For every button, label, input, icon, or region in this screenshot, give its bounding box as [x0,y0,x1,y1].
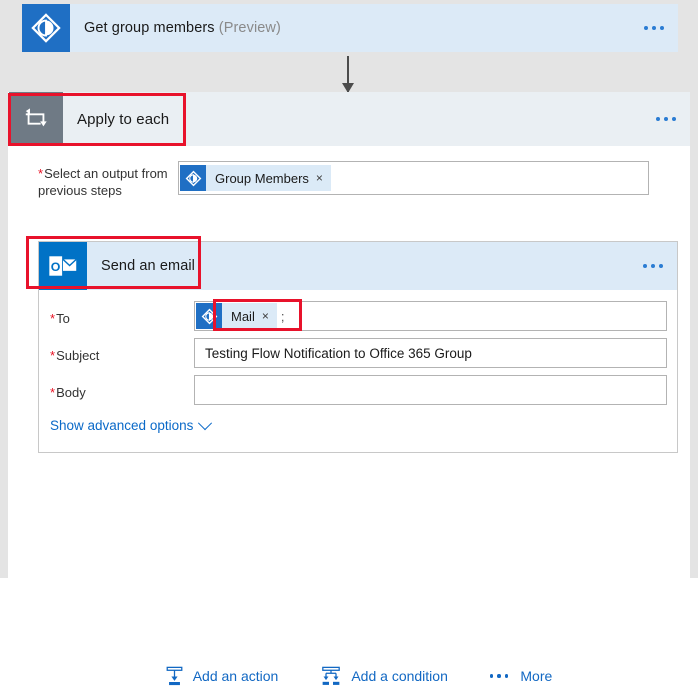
apply-to-each-header[interactable]: Apply to each [9,92,690,146]
flow-designer-canvas: Get group members (Preview) [0,0,698,578]
chevron-down-icon [198,416,212,430]
required-indicator: * [50,311,55,326]
svg-text:O: O [51,260,61,274]
to-label-text: To [56,311,70,326]
subject-input[interactable]: Testing Flow Notification to Office 365 … [194,338,667,368]
ellipsis-dot [660,26,664,30]
to-input[interactable]: Mail × ; [194,301,667,331]
ellipsis-dot [656,117,660,121]
token-group-members[interactable]: Group Members × [180,165,331,191]
token-label: Mail [222,309,262,324]
canvas-gutter-right [690,92,698,578]
trigger-card-get-group-members[interactable]: Get group members (Preview) [22,4,678,52]
ellipsis-dot [643,264,647,268]
trigger-card-menu-button[interactable] [644,26,664,30]
select-output-row: *Select an output from previous steps Gr… [38,161,649,199]
token-remove-icon[interactable]: × [262,310,277,322]
add-condition-icon [320,666,342,686]
send-an-email-title: Send an email [87,258,195,274]
show-advanced-options-label: Show advanced options [50,418,193,433]
required-indicator: * [38,166,43,181]
azure-ad-diamond-icon [22,4,70,52]
trigger-title-text: Get group members [84,20,215,36]
ellipsis-dot [497,674,501,678]
required-indicator: * [50,348,55,363]
ellipsis-dot [651,264,655,268]
subject-label-text: Subject [56,348,99,363]
body-label-text: Body [56,385,86,400]
azure-ad-diamond-icon [196,303,222,329]
ellipsis-dot [664,117,668,121]
send-an-email-card[interactable]: O Send an email *To [38,241,678,453]
add-action-icon [165,666,184,686]
apply-to-each-card[interactable]: Apply to each [9,92,690,146]
ellipsis-dot [652,26,656,30]
azure-ad-diamond-icon [180,165,206,191]
add-an-action-label: Add an action [193,668,279,684]
body-input[interactable] [194,375,667,405]
required-indicator: * [50,385,55,400]
select-output-input[interactable]: Group Members × [178,161,649,195]
apply-to-each-body: *Select an output from previous steps Gr… [9,146,690,578]
send-an-email-menu-button[interactable] [643,264,663,268]
token-mail[interactable]: Mail × [196,303,277,329]
loop-repeat-icon [9,92,63,146]
select-output-label-line1: Select an output from [44,166,168,181]
send-an-email-header[interactable]: O Send an email [39,242,677,290]
to-field-label: *To [39,306,194,327]
trigger-card-header[interactable]: Get group members (Preview) [22,4,678,52]
action-bar: Add an action Add a [18,652,698,700]
ellipsis-dot [490,674,494,678]
select-output-label: *Select an output from previous steps [38,161,178,199]
outlook-envelope-icon: O [39,242,87,290]
ellipsis-dot [672,117,676,121]
canvas-gutter-left [0,92,8,578]
body-field-row: *Body [39,375,667,405]
connector-down-arrow-icon [347,56,349,92]
add-a-condition-button[interactable]: Add a condition [320,666,448,686]
more-button[interactable]: More [490,668,552,684]
to-trailing-separator: ; [277,309,285,324]
subject-field-row: *Subject Testing Flow Notification to Of… [39,338,667,368]
token-remove-icon[interactable]: × [316,172,331,184]
ellipsis-dot [644,26,648,30]
trigger-card-title: Get group members (Preview) [70,20,281,36]
token-label: Group Members [206,171,316,186]
subject-field-label: *Subject [39,343,194,364]
add-a-condition-label: Add a condition [351,668,448,684]
ellipsis-dot [505,674,509,678]
add-an-action-button[interactable]: Add an action [165,666,279,686]
subject-input-value: Testing Flow Notification to Office 365 … [195,346,472,361]
apply-to-each-menu-button[interactable] [656,117,676,121]
to-field-row: *To Mail × [39,301,667,331]
ellipsis-dot [659,264,663,268]
select-output-label-line2: previous steps [38,183,122,198]
body-field-label: *Body [39,380,194,401]
trigger-preview-tag: (Preview) [219,20,281,36]
send-an-email-body: *To Mail × [39,290,677,452]
ellipsis-icon [490,674,509,678]
apply-to-each-title: Apply to each [63,111,169,128]
show-advanced-options-link[interactable]: Show advanced options [50,418,210,433]
more-label: More [520,668,552,684]
